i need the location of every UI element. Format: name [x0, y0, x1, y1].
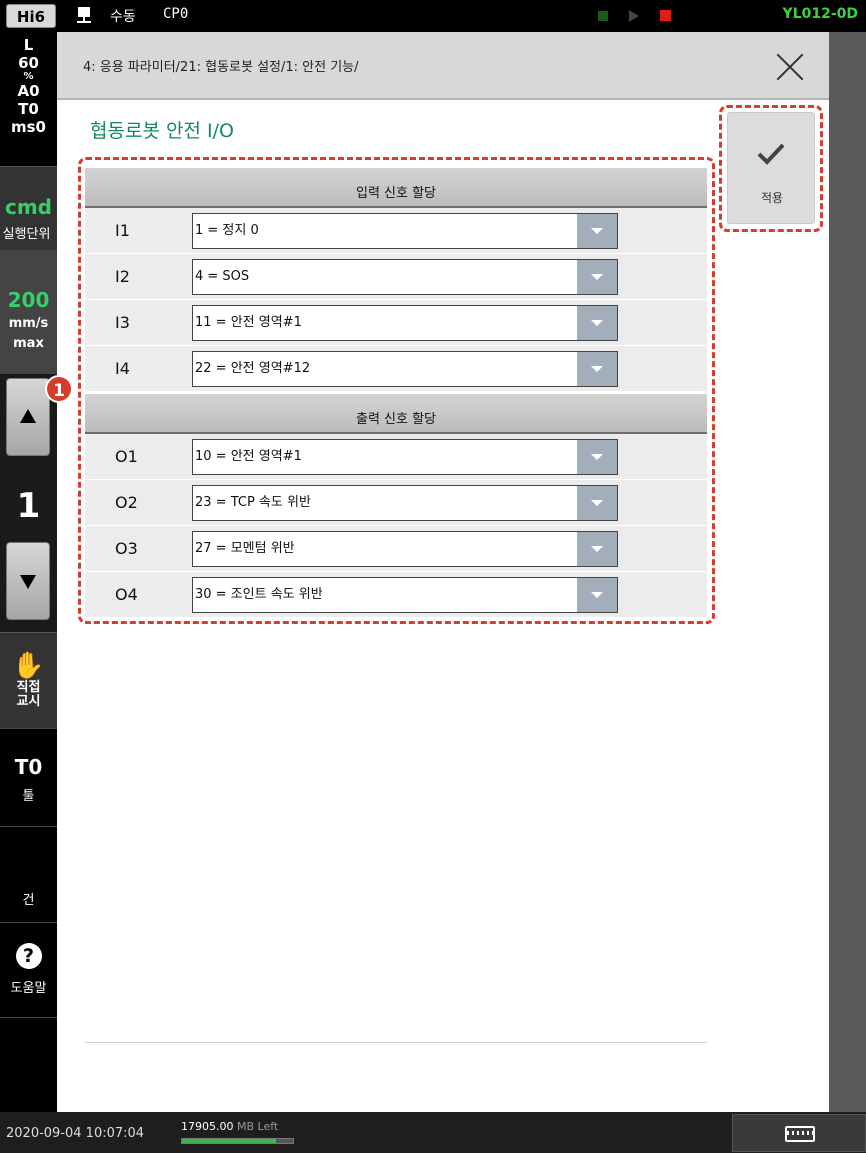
- memory-info: 17905.00 MB Left: [181, 1120, 278, 1133]
- datetime: 2020-09-04 10:07:04: [6, 1126, 145, 1141]
- controller-icon: [77, 7, 91, 23]
- bottom-status-bar: 2020-09-04 10:07:04 17905.00 MB Left: [0, 1112, 866, 1153]
- app-screen: Hi6 수동 CP0 YL012-0D L 60 % A0 T0 ms0 cmd…: [0, 0, 866, 1153]
- right-scroll-strip: [829, 32, 866, 1112]
- status-a: A0: [17, 82, 40, 100]
- memory-bar-fill: [182, 1139, 277, 1143]
- step-number: 1: [16, 486, 41, 526]
- status-t: T0: [18, 100, 39, 118]
- help-label: 도움말: [10, 981, 47, 996]
- top-status-bar: Hi6 수동 CP0 YL012-0D: [0, 0, 866, 32]
- tool-label: 툴: [22, 789, 35, 804]
- keyboard-icon: [785, 1126, 815, 1142]
- keyboard-button[interactable]: [732, 1114, 866, 1152]
- step-up-button[interactable]: [6, 378, 50, 456]
- tool-button[interactable]: T0 툴: [0, 728, 57, 826]
- annotation-box-1: [78, 157, 715, 624]
- breadcrumb: 4: 응용 파라미터/21: 협동로봇 설정/1: 안전 기능/: [83, 60, 359, 75]
- direct-teach-button[interactable]: ✋ 직접 교시: [0, 632, 57, 728]
- gun-label: 건: [22, 893, 35, 908]
- status-l: L: [23, 36, 34, 54]
- arrow-down-icon: [20, 575, 36, 589]
- direct-teach-label-2: 교시: [16, 694, 41, 709]
- robot-status-panel[interactable]: L 60 % A0 T0 ms0: [0, 36, 57, 136]
- speed-button[interactable]: 200 mm/s max: [0, 250, 57, 374]
- step-panel: 1: [0, 374, 57, 632]
- hand-icon: ✋: [12, 651, 45, 681]
- left-sidebar: L 60 % A0 T0 ms0 cmd 실행단위 200 mm/s max 1…: [0, 32, 57, 1112]
- bottom-divider: [85, 1042, 707, 1043]
- close-icon[interactable]: [775, 52, 805, 82]
- dialog-header: 4: 응용 파라미터/21: 협동로봇 설정/1: 안전 기능/: [57, 32, 829, 100]
- hi6-logo-button[interactable]: Hi6: [6, 4, 56, 28]
- gun-button[interactable]: 건: [0, 826, 57, 922]
- arrow-up-icon: [20, 409, 36, 423]
- memory-bar: [181, 1138, 294, 1144]
- cmd-label: 실행단위: [2, 227, 51, 242]
- play-status-icon: [629, 10, 639, 22]
- annotation-badge-1: 1: [45, 375, 73, 403]
- help-icon: ?: [15, 943, 42, 969]
- status-pct-unit: %: [23, 71, 34, 82]
- speed-value: 200: [7, 288, 50, 312]
- memory-value: 17905.00: [181, 1120, 234, 1133]
- cp-indicator: CP0: [163, 6, 189, 22]
- record-status-icon: [660, 10, 671, 21]
- annotation-box-2: [719, 105, 823, 232]
- page-title: 협동로봇 안전 I/O: [90, 120, 234, 142]
- stop-status-icon: [598, 11, 608, 21]
- operation-mode: 수동: [110, 9, 136, 25]
- speed-mode: max: [13, 336, 44, 351]
- cmd-unit-button[interactable]: cmd 실행단위: [0, 166, 57, 250]
- step-down-button[interactable]: [6, 542, 50, 620]
- cmd-value: cmd: [4, 195, 52, 219]
- help-button[interactable]: ? 도움말: [0, 922, 57, 1018]
- tool-value: T0: [14, 755, 43, 779]
- speed-unit: mm/s: [8, 316, 49, 331]
- status-ms: ms0: [11, 118, 46, 136]
- direct-teach-label-1: 직접: [16, 680, 41, 695]
- controller-id: YL012-0D: [782, 6, 858, 22]
- memory-unit: MB Left: [237, 1120, 279, 1133]
- status-speed-pct: 60: [18, 54, 39, 72]
